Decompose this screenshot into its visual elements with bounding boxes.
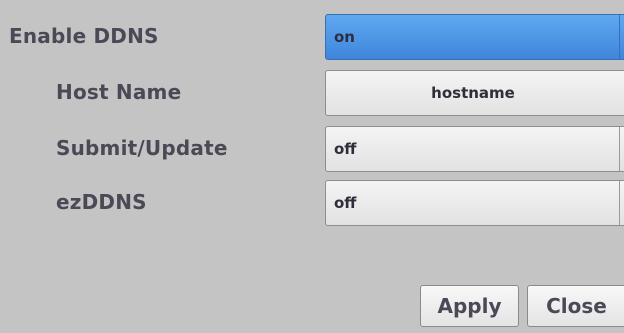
submit-update-select[interactable]: off ▼ [325,126,624,172]
submit-update-label: Submit/Update [56,136,228,160]
chevron-down-icon[interactable]: ▼ [619,15,624,59]
enable-ddns-select[interactable]: on ▼ [325,14,624,60]
enable-ddns-value: on [334,28,355,46]
host-name-value: hostname [431,84,515,102]
ezddns-select[interactable]: off ▼ [325,180,624,226]
ezddns-label: ezDDNS [56,190,147,214]
host-name-label: Host Name [56,80,182,104]
chevron-down-icon[interactable]: ▼ [619,127,624,171]
close-button[interactable]: Close [527,285,624,327]
host-name-field[interactable]: hostname [325,70,624,116]
apply-button[interactable]: Apply [420,285,519,327]
ezddns-value: off [334,194,357,212]
submit-update-value: off [334,140,357,158]
enable-ddns-label: Enable DDNS [9,24,159,48]
chevron-down-icon[interactable]: ▼ [619,181,624,225]
